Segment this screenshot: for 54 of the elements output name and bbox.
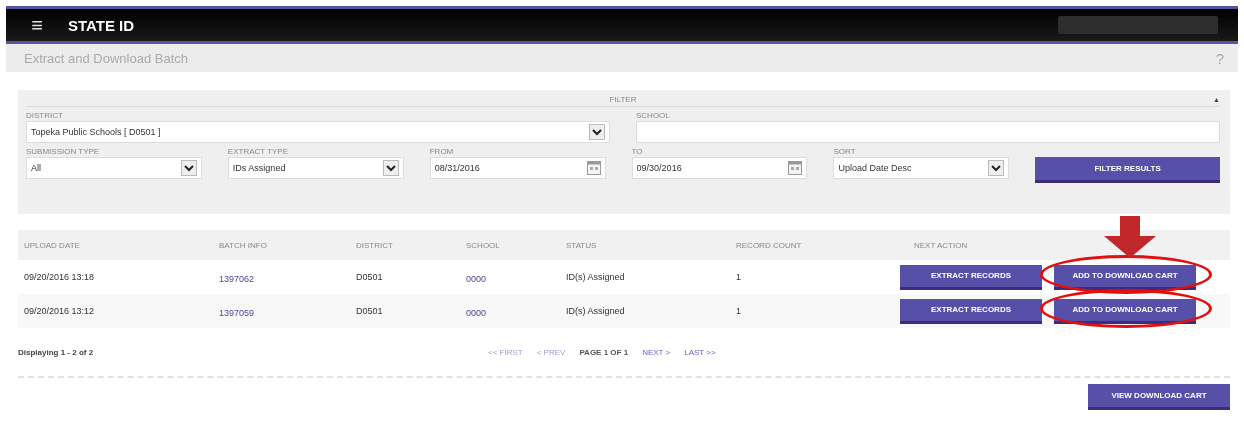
column-header: SCHOOL [466, 240, 501, 250]
table-cell-text: 1 [736, 306, 742, 316]
table-cell-text: ID(s) Assigned [566, 272, 626, 282]
field-label: EXTRACT TYPE [227, 146, 290, 157]
field-label: FROM [429, 146, 455, 157]
dropdown[interactable]: IDs Assigned [227, 157, 404, 179]
column-header: BATCH INFO [219, 240, 268, 250]
field-label: SCHOOL [636, 110, 671, 121]
table-cell-text: 09/20/2016 13:18 [24, 272, 96, 282]
batch-link[interactable]: 1397059 [219, 308, 255, 318]
pagination-link[interactable]: NEXT > [642, 347, 671, 357]
table-cell-text: ID(s) Assigned [566, 306, 626, 316]
filter-results-button[interactable]: FILTER RESULTS [1035, 157, 1220, 183]
view-download-cart-button[interactable]: VIEW DOWNLOAD CART [1088, 384, 1230, 410]
column-header: RECORD COUNT [736, 240, 803, 250]
chevron-down-icon [988, 160, 1005, 176]
school-link[interactable]: 0000 [466, 308, 487, 318]
filter-title: FILTER [609, 94, 637, 104]
dropdown[interactable]: All [26, 157, 202, 179]
extract-records-button[interactable]: EXTRACT RECORDS [900, 264, 1042, 290]
chevron-down-icon [382, 160, 399, 176]
input-field[interactable] [636, 121, 1220, 143]
pagination-link[interactable]: LAST >> [684, 347, 716, 357]
column-header: DISTRICT [356, 240, 394, 250]
page-indicator: PAGE 1 OF 1 [579, 347, 629, 357]
column-header: STATUS [566, 240, 598, 250]
menu-button[interactable]: ≡ [26, 15, 48, 35]
calendar-icon [586, 161, 601, 175]
add-to-cart-button[interactable]: ADD TO DOWNLOAD CART [1054, 264, 1196, 290]
date-field[interactable]: 08/31/2016 [429, 157, 606, 179]
table-cell-text: 09/20/2016 13:12 [24, 306, 96, 316]
field-label: SUBMISSION TYPE [26, 146, 101, 157]
field-label: DISTRICT [26, 110, 64, 121]
chevron-down-icon [589, 124, 605, 140]
app-title: STATE ID [68, 16, 135, 34]
calendar-icon [788, 161, 803, 175]
dropdown[interactable]: Upload Date Desc [833, 157, 1010, 179]
page-title: Extract and Download Batch [24, 50, 189, 66]
school-link[interactable]: 0000 [466, 274, 487, 284]
batch-link[interactable]: 1397062 [219, 274, 255, 284]
arrow-icon [1102, 216, 1158, 259]
table-cell-text: 1 [736, 272, 742, 282]
field-label: SORT [833, 146, 857, 157]
table-cell-text: D0501 [356, 306, 384, 316]
date-field[interactable]: 09/30/2016 [631, 157, 808, 179]
column-header: NEXT ACTION [914, 240, 969, 250]
field-label: TO [631, 146, 644, 157]
table-cell-text: D0501 [356, 272, 384, 282]
add-to-cart-button[interactable]: ADD TO DOWNLOAD CART [1054, 298, 1196, 324]
column-header: UPLOAD DATE [24, 240, 81, 250]
extract-records-button[interactable]: EXTRACT RECORDS [900, 298, 1042, 324]
results-summary: Displaying 1 - 2 of 2 [18, 347, 95, 357]
chevron-down-icon [180, 160, 197, 176]
dropdown[interactable]: Topeka Public Schools [ D0501 ] [26, 121, 610, 143]
